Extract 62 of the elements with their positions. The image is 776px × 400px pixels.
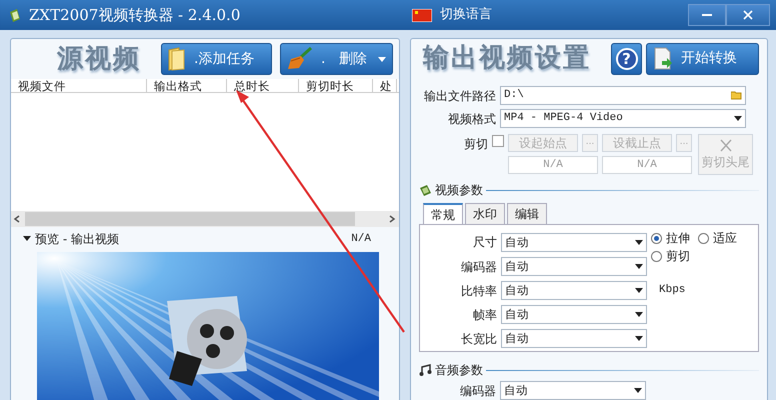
language-button[interactable]: 切换语言 — [440, 5, 492, 25]
dropdown[interactable]: 自动 — [501, 233, 647, 252]
caret-icon — [635, 288, 643, 293]
close-button[interactable] — [726, 4, 770, 26]
music-note-icon — [419, 364, 432, 376]
tab[interactable]: 编辑 — [507, 203, 547, 224]
tab[interactable]: 常规 — [423, 203, 463, 225]
horizontal-scrollbar[interactable] — [11, 211, 399, 227]
panel-title: 源视频 — [57, 42, 141, 76]
format-select[interactable]: MP4 - MPEG-4 Video — [500, 109, 746, 128]
minimize-icon — [702, 14, 712, 16]
broom-icon — [287, 47, 313, 71]
field-label: 比特率 — [460, 282, 497, 300]
field-label: 尺寸 — [472, 234, 497, 251]
column-header[interactable]: 视频文件 — [11, 79, 147, 92]
minimize-button[interactable] — [688, 4, 726, 26]
field-label: 视频格式 — [447, 110, 496, 128]
caret-icon — [635, 264, 643, 269]
radio-option[interactable]: 拉伸 — [651, 229, 690, 247]
scissors-icon — [718, 138, 732, 152]
close-icon — [743, 10, 753, 20]
add-task-button[interactable]: .添加任务 — [161, 43, 272, 75]
section-title: 音频参数 — [435, 362, 483, 379]
caret-icon — [635, 312, 643, 317]
column-header[interactable]: 剪切时长 — [299, 79, 373, 92]
folder-icon — [168, 47, 186, 71]
dropdown[interactable]: 自动 — [501, 281, 647, 300]
field-label: 长宽比 — [460, 330, 497, 348]
caret-icon — [635, 240, 643, 245]
document-icon — [653, 46, 673, 70]
section-title: 视频参数 — [435, 182, 483, 199]
caret-icon — [734, 116, 742, 121]
preview-info: N/A — [351, 232, 371, 247]
caret-icon — [635, 336, 643, 341]
field-label: 编码器 — [459, 382, 496, 400]
delete-button[interactable]: . 删除 — [280, 43, 393, 75]
panel-title: 输出视频设置 — [423, 42, 591, 75]
dropdown[interactable]: 自动 — [500, 381, 646, 400]
caret-icon — [634, 388, 642, 393]
app-icon — [8, 8, 21, 22]
output-path-field[interactable]: D:\ — [500, 86, 746, 105]
field-label: 剪切 — [464, 136, 488, 153]
column-header[interactable]: 输出格式 — [147, 79, 227, 92]
flag-icon — [412, 8, 432, 22]
window-title: ZXT2007视频转换器 - 2.4.0.0 — [29, 4, 240, 26]
radio-option[interactable]: 适应 — [698, 229, 737, 247]
column-header[interactable]: 处 — [373, 79, 397, 92]
help-button[interactable]: ? — [611, 42, 642, 74]
dropdown[interactable]: 自动 — [501, 329, 647, 348]
field-label: 输出文件路径 — [423, 88, 496, 104]
unit-label: Kbps — [659, 283, 686, 298]
tab[interactable]: 水印 — [465, 203, 505, 224]
collapse-icon[interactable] — [23, 236, 31, 242]
dropdown[interactable]: 自动 — [501, 305, 647, 324]
start-convert-button[interactable]: 开始转换 — [646, 42, 759, 74]
folder-icon[interactable] — [731, 91, 742, 100]
dropdown[interactable]: 自动 — [501, 257, 647, 276]
field-label: 帧率 — [472, 306, 497, 324]
radio-option[interactable]: 剪切 — [651, 247, 690, 265]
field-label: 编码器 — [460, 258, 497, 276]
preview-title: 预览 - 输出视频 — [35, 231, 119, 248]
film-icon — [419, 184, 432, 196]
